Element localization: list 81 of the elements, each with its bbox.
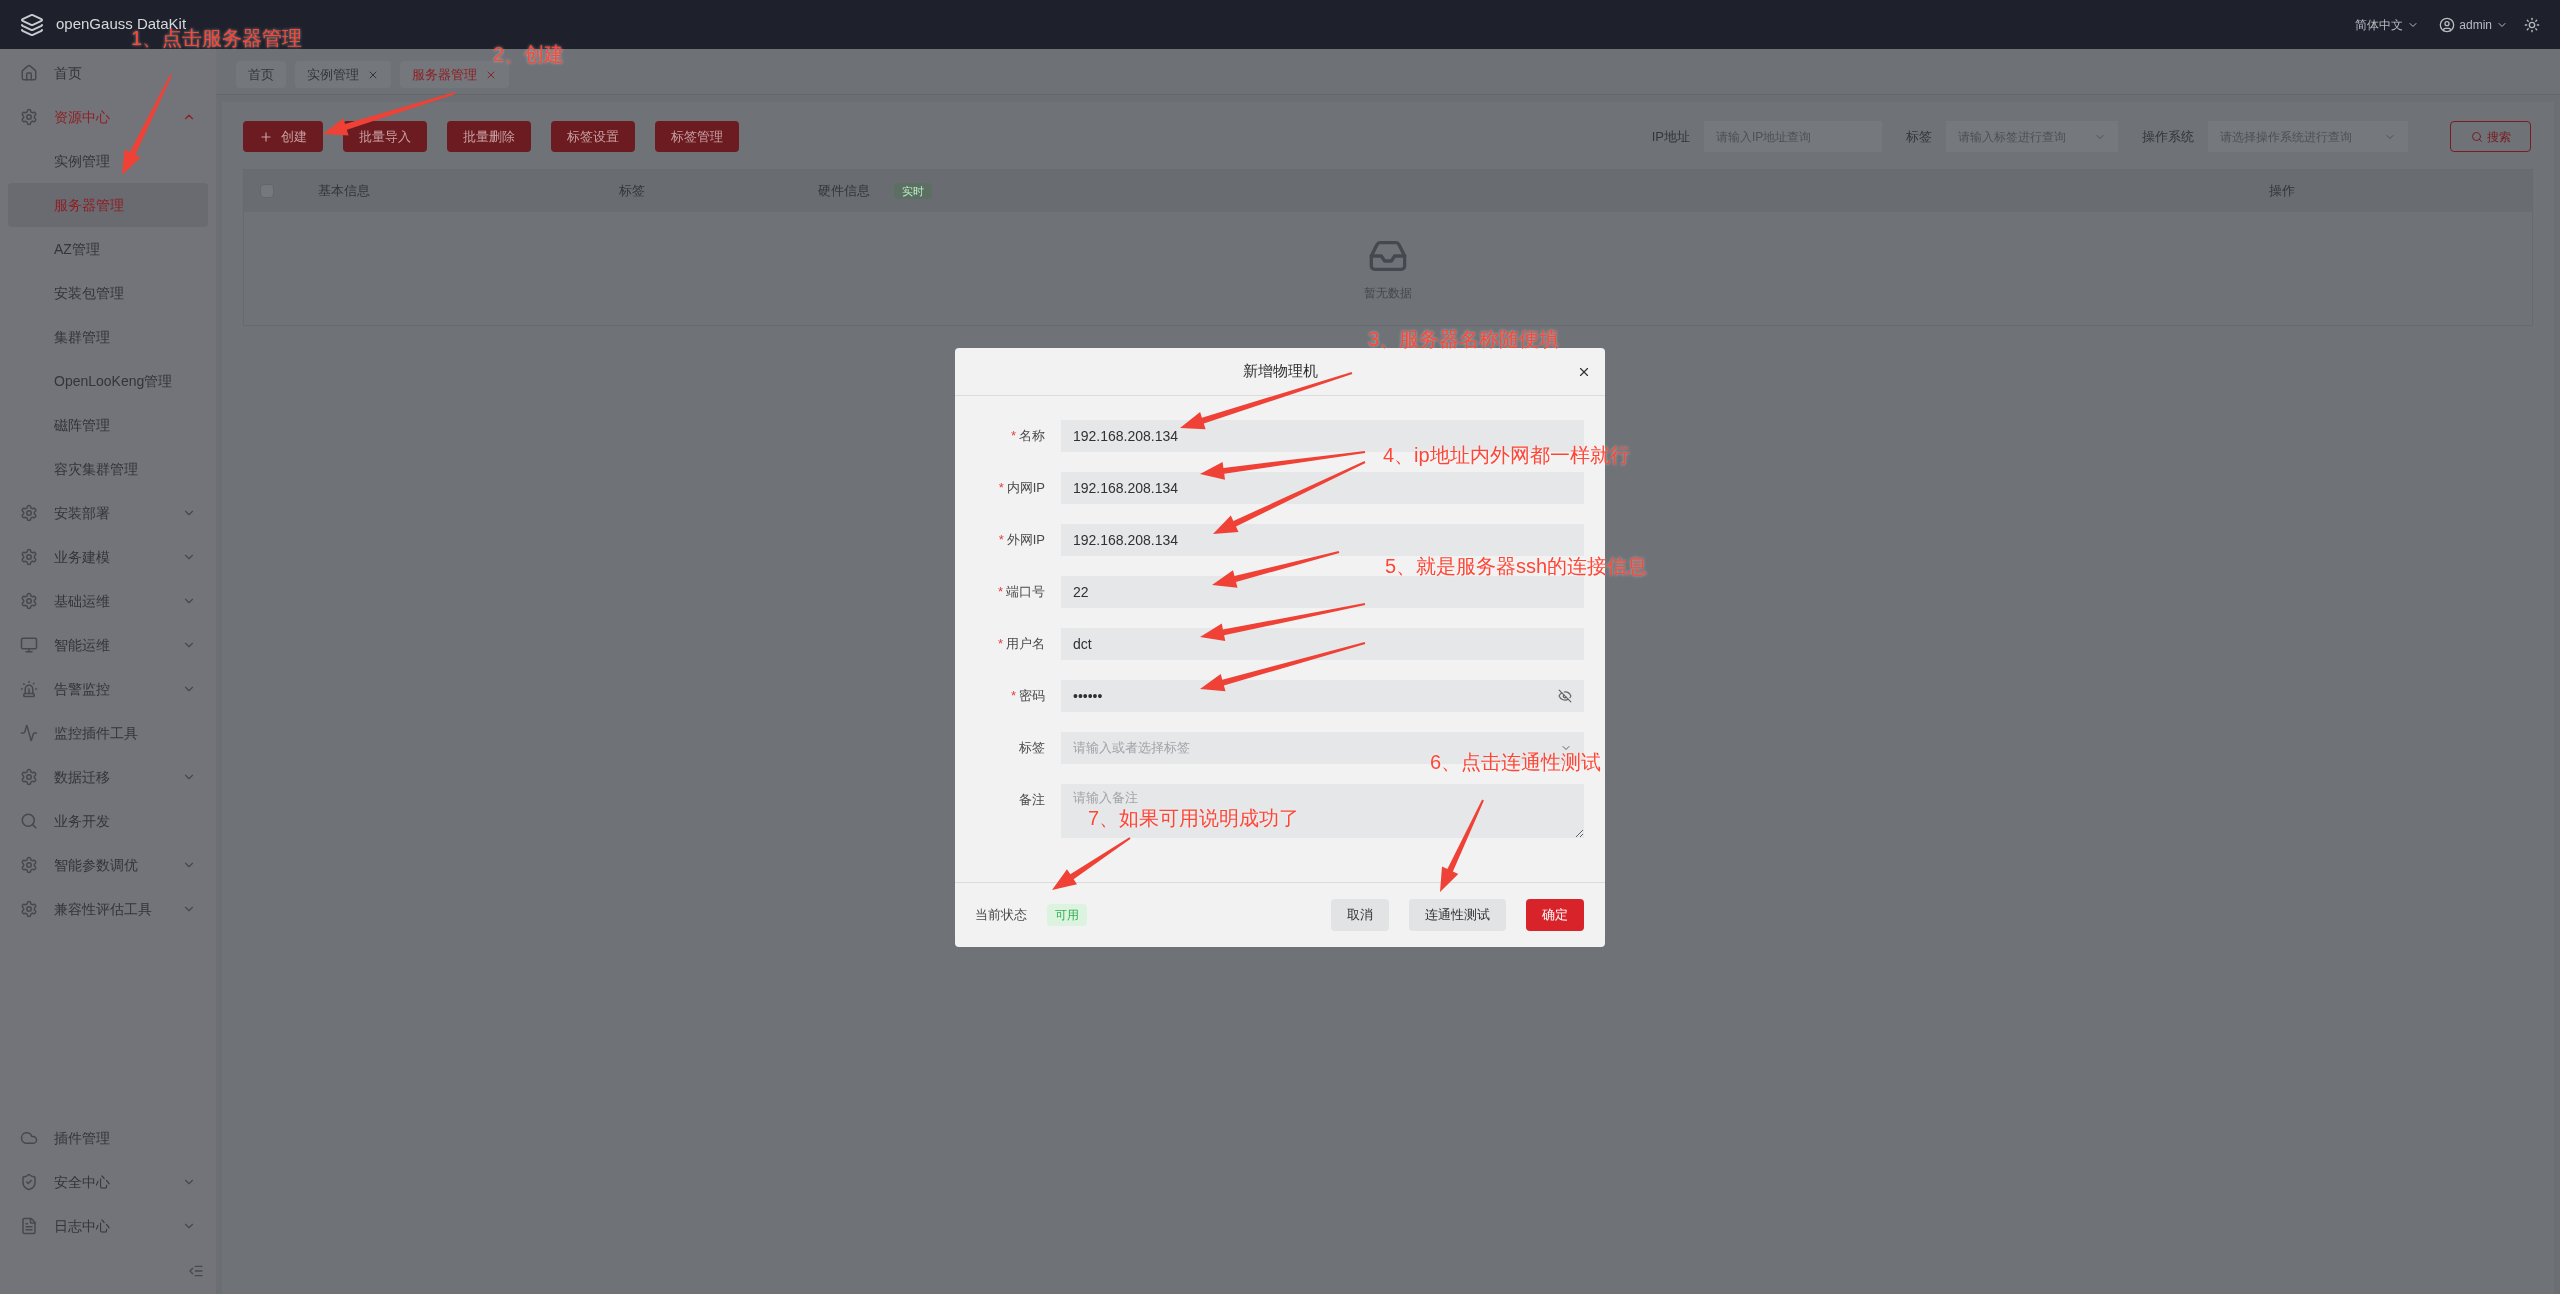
document-icon — [20, 1217, 38, 1235]
toolbar-button[interactable]: 批量删除 — [447, 121, 531, 152]
search-button[interactable]: 搜索 — [2450, 121, 2531, 152]
password-field[interactable]: •••••• — [1061, 680, 1584, 712]
submenu-item[interactable]: 集群管理 — [8, 315, 208, 359]
menu-item[interactable]: 数据迁移 — [8, 755, 208, 799]
submenu-item[interactable]: 容灾集群管理 — [8, 447, 208, 491]
menu-item[interactable]: 监控插件工具 — [8, 711, 208, 755]
gear-icon — [20, 548, 38, 566]
filter-label: IP地址 — [1651, 127, 1690, 146]
gear-icon — [20, 856, 38, 874]
submenu-item[interactable]: 实例管理 — [8, 139, 208, 183]
dialog-button[interactable]: 连通性测试 — [1409, 899, 1506, 931]
monitor-icon — [20, 636, 38, 654]
annotation-text: 2、创建 — [493, 44, 565, 64]
menu-item[interactable]: 资源中心 — [8, 95, 208, 139]
field-label: * 名称 — [1010, 427, 1045, 446]
annotation-text: 7、如果可用说明成功了 — [1088, 808, 1300, 828]
field-label: 备注 — [1019, 791, 1045, 810]
field-label: * 用户名 — [997, 635, 1045, 654]
menu-item[interactable]: 安装部署 — [8, 491, 208, 535]
dialog-button[interactable]: 取消 — [1331, 899, 1389, 931]
user-icon — [2439, 16, 2456, 33]
menu-item[interactable]: 日志中心 — [8, 1204, 208, 1248]
pulse-icon — [20, 724, 38, 742]
submenu-item[interactable]: 安装包管理 — [8, 271, 208, 315]
home-icon — [20, 64, 38, 82]
status-badge: 可用 — [1047, 904, 1087, 926]
gear-icon — [20, 900, 38, 918]
language-menu[interactable]: 简体中文 — [2355, 15, 2420, 34]
toolbar-button[interactable]: 标签管理 — [655, 121, 739, 152]
menu-item[interactable]: 业务建模 — [8, 535, 208, 579]
hide-password-icon[interactable] — [1558, 689, 1572, 703]
close-icon[interactable] — [1577, 365, 1591, 379]
gear-icon — [20, 504, 38, 522]
menu-item[interactable]: 告警监控 — [8, 667, 208, 711]
status-label: 当前状态 — [975, 906, 1027, 925]
field-label: * 端口号 — [997, 583, 1045, 602]
dialog-title: 新增物理机 — [1242, 361, 1318, 382]
menu-item[interactable]: 基础运维 — [8, 579, 208, 623]
alarm-icon — [20, 680, 38, 698]
toolbar-button[interactable]: 标签设置 — [551, 121, 635, 152]
cloud-icon — [20, 1129, 38, 1147]
field-label: * 密码 — [1010, 687, 1045, 706]
text-field[interactable]: dct — [1061, 628, 1584, 660]
menu-item[interactable]: 业务开发 — [8, 799, 208, 843]
page-tab[interactable]: 首页 — [236, 61, 286, 88]
submenu-item[interactable]: AZ管理 — [8, 227, 208, 271]
field-label: 标签 — [1019, 739, 1045, 758]
logo-icon — [20, 12, 44, 37]
plus-icon — [259, 129, 273, 144]
field-label: * 外网IP — [998, 531, 1045, 550]
shield-icon — [20, 1173, 38, 1191]
theme-toggle-icon[interactable] — [2524, 16, 2540, 33]
menu-item[interactable]: 首页 — [8, 51, 208, 95]
menu-item[interactable]: 插件管理 — [8, 1116, 208, 1160]
annotation-text: 3、服务器名称随便填 — [1368, 329, 1560, 349]
create-button[interactable]: 创建 — [243, 121, 323, 152]
collapse-menu-icon[interactable] — [188, 1263, 204, 1279]
menu-item[interactable]: 兼容性评估工具 — [8, 887, 208, 931]
menu-item[interactable]: 智能参数调优 — [8, 843, 208, 887]
toolbar-button[interactable]: 批量导入 — [343, 121, 427, 152]
text-field[interactable]: 192.168.208.134 — [1061, 472, 1584, 504]
search-icon — [2470, 130, 2483, 143]
gear-icon — [20, 592, 38, 610]
gear-icon — [20, 768, 38, 786]
gear-icon — [20, 108, 38, 126]
text-field[interactable]: 192.168.208.134 — [1061, 524, 1584, 556]
confirm-button[interactable]: 确定 — [1526, 899, 1584, 931]
search-icon — [20, 812, 38, 830]
live-tag: 实时 — [894, 182, 932, 200]
menu-item[interactable]: 智能运维 — [8, 623, 208, 667]
menu-item[interactable]: 安全中心 — [8, 1160, 208, 1204]
field-label: * 内网IP — [998, 479, 1045, 498]
text-field[interactable]: 22 — [1061, 576, 1584, 608]
submenu-item[interactable]: OpenLooKeng管理 — [8, 359, 208, 403]
page-tab[interactable]: 实例管理 — [295, 61, 391, 88]
filter-label: 标签 — [1906, 127, 1932, 146]
submenu-item[interactable]: 磁阵管理 — [8, 403, 208, 447]
user-menu[interactable]: admin — [2439, 15, 2508, 34]
submenu-item[interactable]: 服务器管理 — [8, 183, 208, 227]
